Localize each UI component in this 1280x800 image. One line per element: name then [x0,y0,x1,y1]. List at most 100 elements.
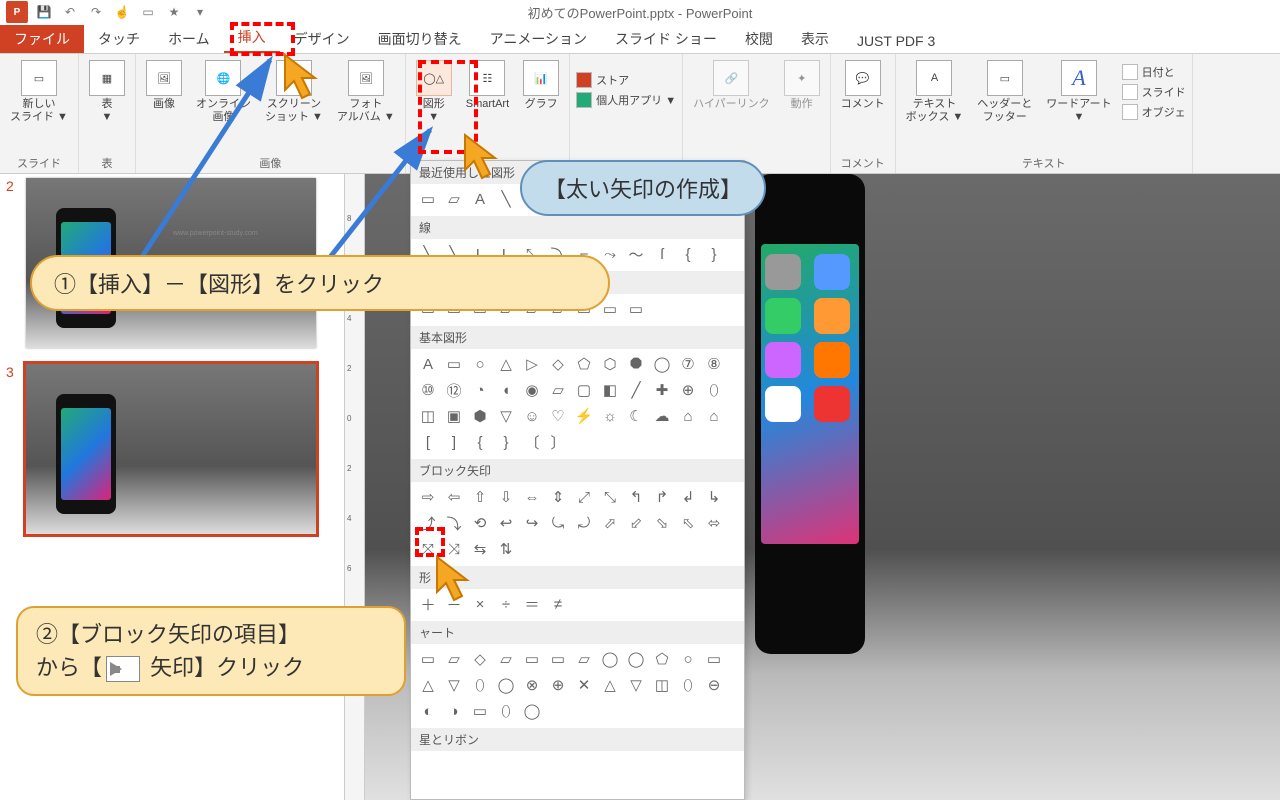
shape-item[interactable]: ⬯ [675,672,701,698]
new-slide-button[interactable]: ▭ 新しい スライド ▼ [6,58,72,126]
shape-item[interactable]: ⊖ [701,672,727,698]
shape-item[interactable]: ╲ [493,186,519,212]
tab-touch[interactable]: タッチ [84,25,154,53]
undo-icon[interactable]: ↶ [60,2,80,22]
chart-button[interactable]: 📊 グラフ [519,58,563,113]
date-time-button[interactable]: 日付と [1122,64,1186,80]
smartart-button[interactable]: ☷ SmartArt [462,58,513,113]
textbox-button[interactable]: A テキスト ボックス ▼ [902,58,968,126]
shape-item[interactable]: ▢ [571,377,597,403]
qat-dropdown-icon[interactable]: ▾ [190,2,210,22]
shape-item[interactable]: ◇ [467,646,493,672]
shape-item[interactable]: ▣ [441,403,467,429]
slide-number-button[interactable]: スライド [1122,84,1186,100]
shape-item[interactable]: ╱ [623,377,649,403]
shape-item[interactable]: ▱ [571,646,597,672]
shape-item[interactable]: ◑ [441,698,467,724]
shape-item[interactable]: ◯ [649,351,675,377]
redo-icon[interactable]: ↷ [86,2,106,22]
shape-item[interactable]: ▭ [467,698,493,724]
shape-item[interactable]: ↲ [675,484,701,510]
hyperlink-button[interactable]: 🔗 ハイパーリンク [689,58,774,113]
shape-item[interactable]: ⇨ [415,484,441,510]
comment-button[interactable]: 💬 コメント [837,58,889,113]
shape-item[interactable]: ⬁ [675,510,701,536]
shape-item[interactable]: ◔ [467,377,493,403]
tab-slideshow[interactable]: スライド ショー [601,25,731,53]
shape-item[interactable]: ⌂ [701,403,727,429]
store-button[interactable]: ストア [576,72,676,88]
shape-item[interactable]: ſ [649,241,675,267]
shape-item[interactable]: ⬢ [467,403,493,429]
shape-item[interactable]: ⬯ [701,377,727,403]
shape-item[interactable]: ◯ [493,672,519,698]
shape-item[interactable]: ◇ [545,351,571,377]
shape-item[interactable]: ⇦ [441,484,467,510]
shape-item[interactable]: △ [597,672,623,698]
shape-item[interactable]: △ [493,351,519,377]
shape-item[interactable]: ↳ [701,484,727,510]
shape-item[interactable]: ⬀ [597,510,623,536]
tab-transition[interactable]: 画面切り替え [364,25,476,53]
shape-item[interactable]: A [415,351,441,377]
shape-item[interactable]: ⬄ [701,510,727,536]
shape-item[interactable]: ⯃ [623,351,649,377]
shape-item[interactable]: ⤢ [571,484,597,510]
save-icon[interactable]: 💾 [34,2,54,22]
shape-item[interactable]: ≠ [545,591,571,617]
tab-justpdf[interactable]: JUST PDF 3 [843,29,949,53]
shape-item[interactable]: ◉ [519,377,545,403]
shape-item[interactable]: ⤴ [415,510,441,536]
shape-item[interactable]: ↱ [649,484,675,510]
shape-item[interactable]: ▷ [519,351,545,377]
shape-item[interactable]: ○ [675,646,701,672]
shape-item[interactable]: ⬃ [623,510,649,536]
shape-item[interactable]: } [493,429,519,455]
shape-item[interactable]: ✕ [571,672,597,698]
shape-item[interactable]: ↪ [519,510,545,536]
shape-item[interactable]: ☺ [519,403,545,429]
star-icon[interactable]: ★ [164,2,184,22]
shape-item[interactable]: ▽ [441,672,467,698]
shape-item[interactable]: ⚡ [571,403,597,429]
shape-item[interactable]: ▱ [545,377,571,403]
shape-item[interactable]: ⊕ [675,377,701,403]
shape-item[interactable]: ○ [467,351,493,377]
shape-item[interactable]: ⑫ [441,377,467,403]
tab-insert[interactable]: 挿入 [224,23,280,53]
shape-item[interactable]: ▭ [623,296,649,322]
shape-item[interactable]: ⬯ [493,698,519,724]
header-footer-button[interactable]: ▭ ヘッダーと フッター [973,58,1036,126]
shape-item[interactable]: ▽ [493,403,519,429]
shape-item[interactable]: ✚ [649,377,675,403]
shape-item[interactable]: ⬠ [571,351,597,377]
shape-item[interactable]: ⌂ [675,403,701,429]
shape-item[interactable]: △ [415,672,441,698]
slide-thumbnail-3[interactable] [26,364,316,534]
shape-item[interactable]: 〔 [519,429,545,455]
shape-item[interactable]: ▭ [545,646,571,672]
shape-item[interactable]: ◯ [597,646,623,672]
shape-item[interactable]: 〜 [623,241,649,267]
shape-item[interactable]: ⊗ [519,672,545,698]
shape-item[interactable]: ◯ [623,646,649,672]
shape-item[interactable]: ⇧ [467,484,493,510]
shape-item[interactable]: ◖ [493,377,519,403]
shape-item[interactable]: ☼ [597,403,623,429]
shape-item[interactable]: ◫ [415,403,441,429]
shape-item[interactable]: A [467,186,493,212]
shape-item[interactable]: ⇩ [493,484,519,510]
shape-item[interactable]: ◫ [649,672,675,698]
shape-item[interactable]: ▭ [415,646,441,672]
shape-item[interactable]: ⑩ [415,377,441,403]
shape-item[interactable]: ◧ [597,377,623,403]
tab-review[interactable]: 校閲 [731,25,787,53]
shape-item[interactable]: ▭ [519,646,545,672]
shape-item[interactable]: ☁ [649,403,675,429]
slideshow-icon[interactable]: ▭ [138,2,158,22]
shape-item[interactable]: ▽ [623,672,649,698]
shape-item[interactable]: { [675,241,701,267]
shape-item[interactable]: ⬯ [467,672,493,698]
tab-animation[interactable]: アニメーション [476,25,601,53]
shape-item[interactable]: ⤿ [545,510,571,536]
